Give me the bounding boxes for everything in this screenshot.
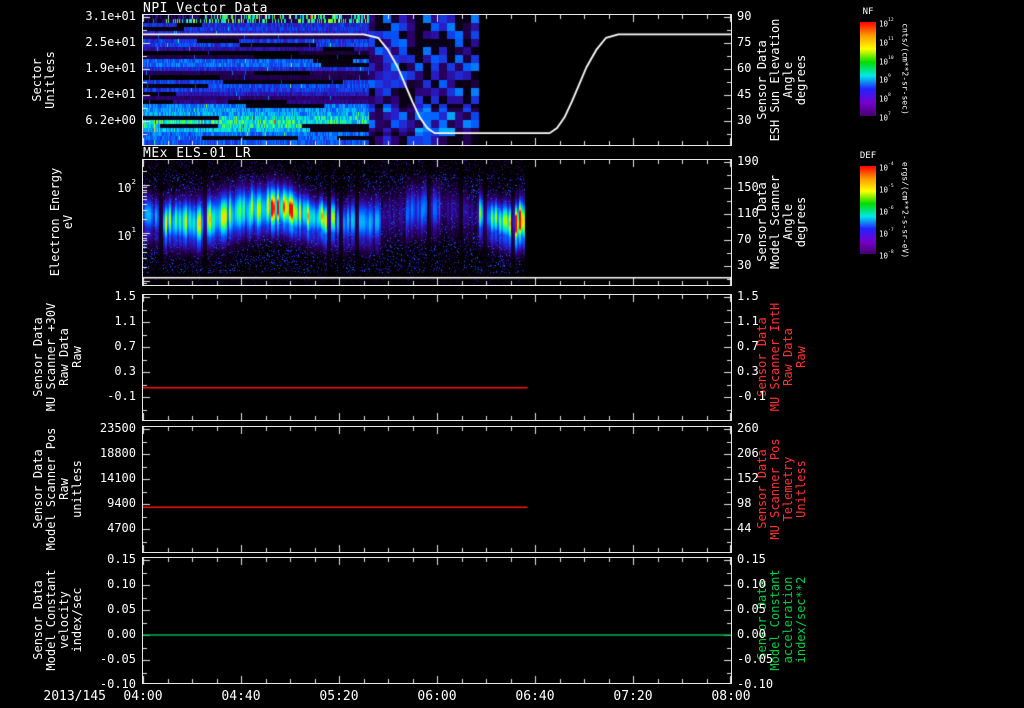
panel5-right-tick-label: 0.15 <box>737 552 766 566</box>
panel5-right-tick-label: 0.05 <box>737 602 766 616</box>
panel2-right-tick-label: 110 <box>737 206 759 220</box>
scanner-pos-line-canvas <box>143 427 731 552</box>
panel2-right-tick-label: 30 <box>737 258 752 272</box>
colorbar-tick-label: 1011 <box>879 36 894 48</box>
x-axis-tick-label: 04:00 <box>123 689 163 704</box>
panel1-left-tick-label: 1.2e+01 <box>85 87 136 101</box>
panel4-right-tick-label: 260 <box>737 421 759 435</box>
colorbar-tick-label: 107 <box>879 111 891 123</box>
panel3-left-tick-label: 0.3 <box>114 364 136 378</box>
panel1-right-tick-label: 75 <box>737 35 752 49</box>
x-axis-tick-label: 04:40 <box>221 689 261 704</box>
panel1-left-tick-label: 6.2e+00 <box>85 113 136 127</box>
mu-scanner-line-canvas <box>143 295 731 420</box>
colorbar-tick-label: 10-7 <box>879 227 894 239</box>
panel1-left-tick-label: 1.9e+01 <box>85 61 136 75</box>
x-axis-tick-label: 05:20 <box>319 689 359 704</box>
panel3-right-tick-label: -0.1 <box>737 389 766 403</box>
colorbar-def-title: DEF <box>859 151 877 161</box>
panel3-right-tick-label: 0.3 <box>737 364 759 378</box>
colorbar-tick-label: 10-5 <box>879 183 894 195</box>
panel5-right-tick-label: -0.05 <box>737 652 774 666</box>
panel4-left-tick-label: 9400 <box>107 496 136 510</box>
telemetry-plot-screen: NPI Vector Data MEx ELS-01 LR Sector Uni… <box>0 0 1024 708</box>
x-axis-tick-label: 08:00 <box>711 689 751 704</box>
panel4-plot-frame <box>142 426 732 553</box>
panel3-plot-frame <box>142 294 732 421</box>
panel1-left-tick-label: 3.1e+01 <box>85 9 136 23</box>
panel5-right-tick-label: 0.00 <box>737 627 766 641</box>
panel3-right-tick-label: 1.5 <box>737 289 759 303</box>
x-axis-tick-label: 07:20 <box>613 689 653 704</box>
els-spectrogram-canvas <box>143 160 731 285</box>
colorbar-tick-label: 10-8 <box>879 249 894 261</box>
panel4-left-tick-label: 4700 <box>107 521 136 535</box>
colorbar-tick-label: 108 <box>879 93 891 104</box>
colorbar-tick-label: 1012 <box>879 17 894 29</box>
x-axis-tick-label: 06:00 <box>417 689 457 704</box>
panel3-left-tick-label: -0.1 <box>107 389 136 403</box>
panel2-plot-frame <box>142 159 732 286</box>
panel2-right-tick-label: 150 <box>737 180 759 194</box>
panel5-left-tick-label: 0.10 <box>107 577 136 591</box>
panel4-left-tick-label: 18800 <box>99 446 136 460</box>
panel2-right-tick-label: 190 <box>737 154 759 168</box>
panel4-right-tick-label: 98 <box>737 496 752 510</box>
x-axis-tick-label: 06:40 <box>515 689 555 704</box>
panel4-right-tick-label: 206 <box>737 446 759 460</box>
panel4-left-tick-label: 14100 <box>99 471 136 485</box>
colorbar-nf-gradient <box>860 22 876 116</box>
npi-spectrogram-canvas <box>143 15 731 145</box>
panel3-left-tick-label: 0.7 <box>114 339 136 353</box>
colorbar-tick-label: 1010 <box>879 55 894 67</box>
panel1-right-tick-label: 45 <box>737 87 752 101</box>
colorbar-nf-title: NF <box>862 7 874 17</box>
panel1-right-tick-label: 30 <box>737 113 752 127</box>
panel5-left-tick-label: -0.05 <box>99 652 136 666</box>
panel4-right-tick-label: 44 <box>737 521 752 535</box>
panel2-left-tick-label: 102 <box>117 176 136 195</box>
panel3-left-tick-label: 1.1 <box>114 314 136 328</box>
panel3-right-tick-label: 0.7 <box>737 339 759 353</box>
panel4-left-tick-label: 23500 <box>99 421 136 435</box>
colorbar-tick-label: 10-4 <box>879 161 894 173</box>
panel1-plot-frame <box>142 14 732 146</box>
panel5-right-tick-label: 0.10 <box>737 577 766 591</box>
panel1-right-tick-label: 90 <box>737 9 752 23</box>
panel1-right-tick-label: 60 <box>737 61 752 75</box>
panel2-left-tick-label: 101 <box>117 224 136 243</box>
panel5-left-tick-label: 0.05 <box>107 602 136 616</box>
panel5-plot-frame <box>142 557 732 684</box>
colorbar-def-gradient <box>860 166 876 254</box>
model-constant-line-canvas <box>143 558 731 683</box>
colorbar-tick-label: 109 <box>879 74 891 85</box>
panel2-right-tick-label: 70 <box>737 232 752 246</box>
panel5-left-tick-label: 0.00 <box>107 627 136 641</box>
panel4-right-tick-label: 152 <box>737 471 759 485</box>
panel5-left-tick-label: 0.15 <box>107 552 136 566</box>
panel1-left-tick-label: 2.5e+01 <box>85 35 136 49</box>
colorbar-tick-label: 10-6 <box>879 205 894 217</box>
panel3-left-tick-label: 1.5 <box>114 289 136 303</box>
date-label: 2013/145 <box>43 689 106 704</box>
panel3-right-tick-label: 1.1 <box>737 314 759 328</box>
